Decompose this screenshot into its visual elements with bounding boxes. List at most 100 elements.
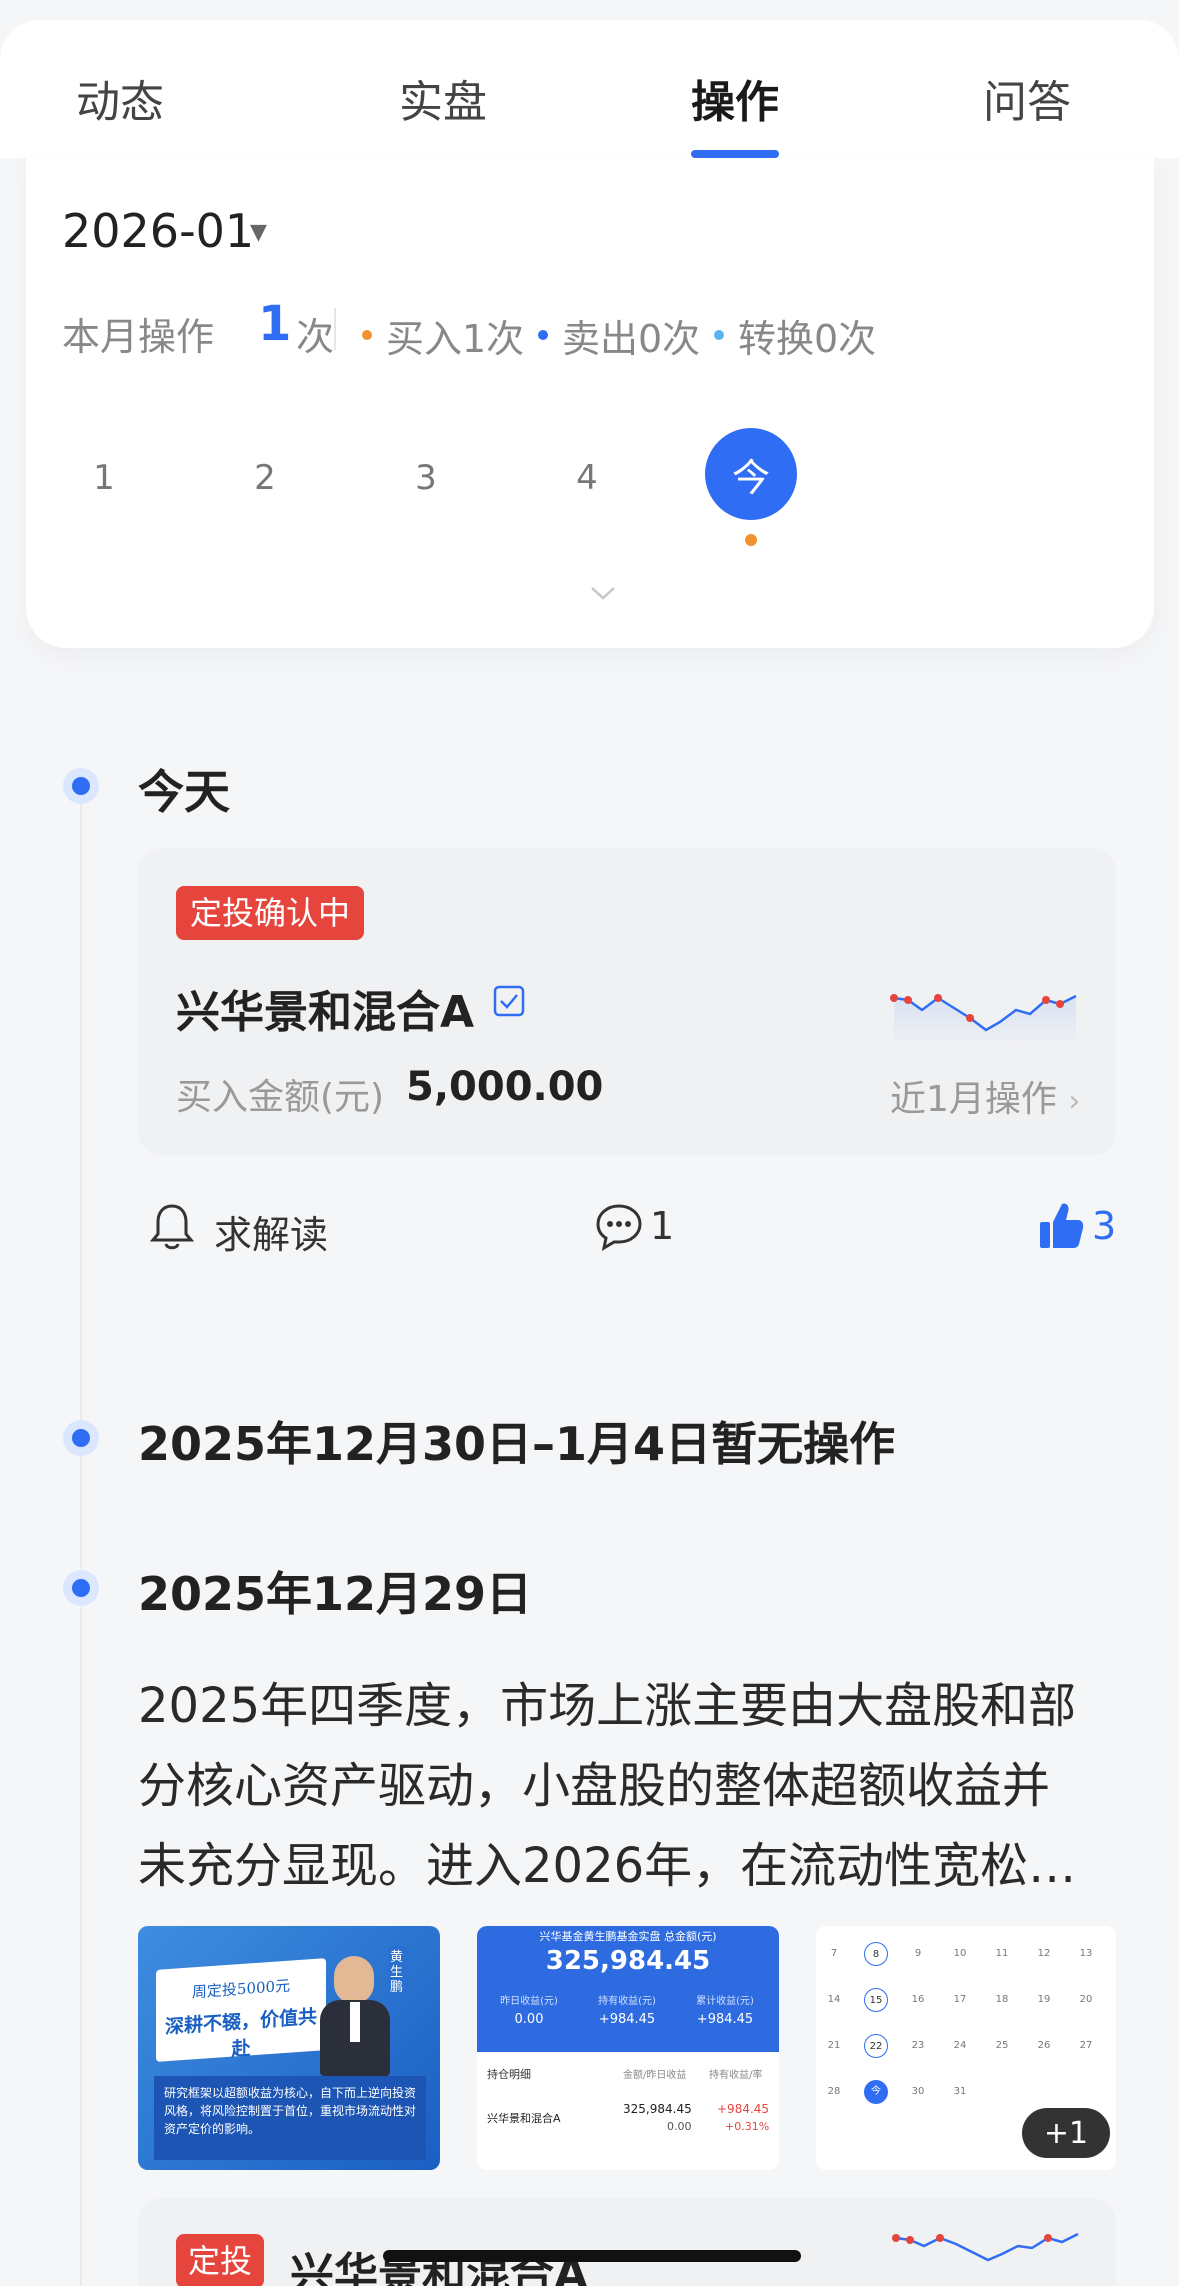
calendar-thumb-day: 7 [830,1948,838,1959]
calendar-thumb-day: 19 [1037,1994,1051,2005]
poster-body: 研究框架以超额收益为核心，自下而上逆向投资风格，将风险控制置于首位，重视市场流动… [154,2076,426,2160]
recent-operations-label: 近1月操作 [890,1079,1057,1120]
calendar-grid: 7 8 9 10 11 12 13 14 15 16 17 18 19 20 21 22 23 24 25 26 27 2… [816,1934,1116,2134]
monthly-summary: 本月操作 1 次 [62,296,334,361]
active-tab-indicator [691,150,779,158]
summary-suffix: 次 [296,315,335,359]
caret-down-icon[interactable]: ▼ [250,220,267,245]
buy-stat: 买入1次 [386,317,525,361]
calendar-thumb-day: 8 [864,1942,888,1966]
portfolio-th: 持有收益/率 [709,2070,763,2081]
post-text[interactable]: 2025年四季度，市场上涨主要由大盘股和部 分核心资产驱动，小盘股的整体超额收益… [138,1666,1128,1906]
timeline-node [63,1570,99,1606]
checkbox-icon [493,985,525,1017]
convert-dot-icon [714,330,724,340]
sparkline-chart [890,994,1077,1048]
calendar-thumb-day: 16 [911,1994,925,2005]
calendar-day[interactable]: 1 [74,458,134,498]
tab-operations[interactable]: 操作 [691,66,779,130]
calendar-thumb-day: 15 [864,1988,888,2012]
avatar [320,1956,390,2076]
post-text-line: 2025年四季度，市场上涨主要由大盘股和部 [138,1678,1077,1734]
buy-dot-icon [362,330,372,340]
portfolio-header [477,1926,779,2052]
calendar-thumb-day: 14 [827,1994,841,2005]
amount-value: 5,000.00 [406,1064,604,1110]
calendar-thumb-day: 11 [995,1948,1009,1959]
calendar-thumb-day: 20 [1079,1994,1093,2005]
timeline-title-no-op: 2025年12月30日–1月4日暂无操作 [138,1417,896,1471]
recent-operations-link[interactable]: 近1月操作 › [890,1070,1080,1122]
tab-qa[interactable]: 问答 [983,66,1071,130]
fund-name[interactable]: 兴华景和混合A [176,976,474,1040]
like-count: 3 [1092,1204,1117,1248]
timeline-line [80,790,82,2286]
comment-icon[interactable] [594,1202,644,1252]
timeline-node [63,1420,99,1456]
month-calendar-card: 2026-01 ▼ 本月操作 1 次 买入1次 卖出0次 转换0次 1 2 3 … [26,158,1154,648]
interpret-button[interactable]: 求解读 [214,1204,328,1259]
divider [334,308,336,350]
portfolio-col-value: 0.00 [514,2012,544,2027]
thumbs-up-icon[interactable] [1040,1200,1084,1250]
chevron-right-icon: › [1068,1084,1081,1119]
calendar-thumb-day: 31 [953,2086,967,2097]
post-text-line: 未充分显现。进入2026年，在流动性宽松… [138,1838,1077,1894]
poster-headline-box: 周定投5000元 深耕不辍，价值共赴 [156,1958,326,2062]
timeline-title-today: 今天 [138,765,230,819]
calendar-thumb-day: 今 [864,2080,888,2104]
calendar-day[interactable]: 2 [235,458,295,498]
portfolio-col-value: +984.45 [598,2012,656,2027]
tab-dynamics[interactable]: 动态 [76,66,164,130]
calendar-day-today[interactable]: 今 [705,428,797,520]
calendar-thumb-day: 30 [911,2086,925,2097]
bell-icon[interactable] [148,1200,196,1254]
fund-name[interactable]: 兴华景和混合A [290,2238,588,2286]
calendar-thumb-day: 25 [995,2040,1009,2051]
home-indicator[interactable] [383,2250,801,2262]
portfolio-col-label: 累计收益(元) [696,1996,754,2007]
calendar-thumb-day: 12 [1037,1948,1051,1959]
tab-portfolio[interactable]: 实盘 [399,66,487,130]
tab-bar: 动态 实盘 操作 问答 [0,20,1179,158]
calendar-thumb-day: 9 [914,1948,922,1959]
sparkline-chart [892,2232,1079,2262]
operation-card[interactable]: 定投确认中 兴华景和混合A 买入金额(元) 5,000.00 近1月操作 › [138,848,1116,1156]
portfolio-row-rate: +0.31% [725,2120,770,2133]
calendar-thumb-day: 21 [827,2040,841,2051]
summary-prefix: 本月操作 [62,315,215,359]
portfolio-th: 金额/昨日收益 [623,2070,687,2081]
calendar-thumb-day: 13 [1079,1948,1093,1959]
portfolio-total: 325,984.45 [545,1946,711,1976]
calendar-day[interactable]: 3 [396,458,456,498]
timeline-title-date: 2025年12月29日 [138,1567,533,1621]
calendar-thumb-day: 18 [995,1994,1009,2005]
status-badge: 定投确认中 [176,886,365,940]
amount-label: 买入金额(元) [176,1077,385,1118]
calendar-thumb-day: 26 [1037,2040,1051,2051]
calendar-day[interactable]: 4 [557,458,617,498]
status-badge: 定投 [176,2234,265,2286]
comment-count: 1 [650,1204,675,1248]
calendar-thumb-day: 28 [827,2086,841,2097]
more-images-badge[interactable]: +1 [1022,2108,1110,2158]
chevron-down-icon[interactable] [588,578,618,608]
portfolio-row-yday: 0.00 [667,2120,692,2133]
operation-card[interactable]: 定投 兴华景和混合A [138,2198,1116,2286]
sell-dot-icon [538,330,548,340]
convert-stat: 转换0次 [738,317,877,361]
timeline-node [63,768,99,804]
calendar-thumb-day: 24 [953,2040,967,2051]
operation-dot-icon [745,534,757,546]
post-image-portfolio[interactable]: 兴华基金黄生鹏基金实盘 总金额(元) 325,984.45 昨日收益(元) 持有… [477,1926,779,2170]
portfolio-row-fund: 兴华景和混合A [487,2112,561,2125]
calendar-thumb-day: 10 [953,1948,967,1959]
sell-stat: 卖出0次 [562,317,701,361]
portfolio-col-label: 持有收益(元) [598,1996,656,2007]
post-image-poster[interactable]: 黄生鹏 周定投5000元 深耕不辍，价值共赴 研究框架以超额收益为核心，自下而上… [138,1926,440,2170]
month-selector[interactable]: 2026-01 [62,204,254,258]
calendar-thumb-day: 27 [1079,2040,1093,2051]
calendar-thumb-day: 17 [953,1994,967,2005]
portfolio-row-amount: 325,984.45 [623,2102,692,2116]
post-text-line: 分核心资产驱动，小盘股的整体超额收益并 [138,1758,1051,1814]
